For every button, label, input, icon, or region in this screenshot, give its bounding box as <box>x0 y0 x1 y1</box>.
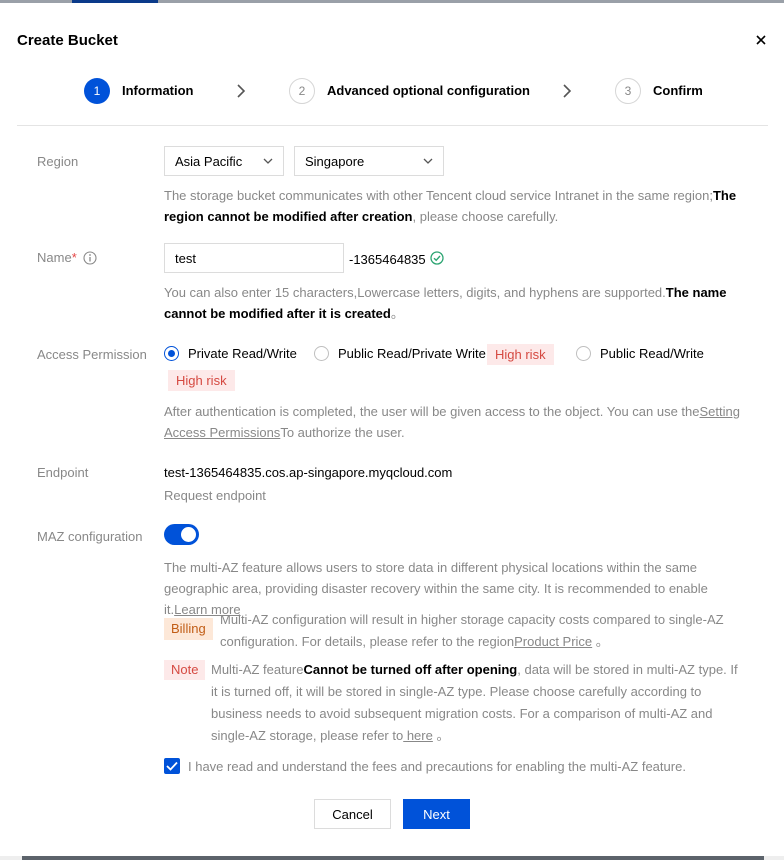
next-button[interactable]: Next <box>403 799 470 829</box>
name-suffix: -1365464835 <box>349 252 426 267</box>
note-tag: Note <box>164 660 206 680</box>
region-area-value: Asia Pacific <box>175 153 243 169</box>
radio-label: Public Read/Write <box>600 346 704 361</box>
name-label-row: Name* <box>37 250 97 265</box>
name-label: Name <box>37 250 72 265</box>
billing-text-tail: 。 <box>592 634 609 649</box>
product-price-link[interactable]: Product Price <box>514 634 592 649</box>
note-warning: Cannot be turned off after opening <box>303 662 518 677</box>
cancel-button[interactable]: Cancel <box>314 799 391 829</box>
high-risk-tag: High risk <box>168 370 235 391</box>
step-1-label: Information <box>122 83 194 98</box>
bottom-bar-right <box>764 856 784 860</box>
chevron-right-icon <box>237 84 246 98</box>
region-city-select[interactable]: Singapore <box>294 146 444 176</box>
top-bar-accent <box>72 0 158 3</box>
chevron-down-icon <box>423 158 433 164</box>
maz-label: MAZ configuration <box>37 529 143 544</box>
top-bar <box>0 0 784 3</box>
info-icon[interactable] <box>83 251 97 265</box>
checkmark-icon <box>166 761 178 771</box>
region-help: The storage bucket communicates with oth… <box>164 185 754 227</box>
here-link[interactable]: here <box>403 728 433 743</box>
endpoint-value: test-1365464835.cos.ap-singapore.myqclou… <box>164 465 453 480</box>
note-text-head: Multi-AZ feature <box>211 662 304 677</box>
endpoint-label: Endpoint <box>37 465 89 480</box>
close-icon[interactable] <box>753 32 769 48</box>
acknowledge-checkbox[interactable] <box>164 758 180 774</box>
name-help-tail: 。 <box>390 306 404 321</box>
chevron-right-icon <box>563 84 572 98</box>
radio-dot <box>164 346 179 361</box>
high-risk-tag: High risk <box>487 344 554 365</box>
region-city-value: Singapore <box>305 153 365 169</box>
access-permission-label: Access Permission <box>37 347 147 362</box>
radio-private-read-write[interactable]: Private Read/Write <box>164 346 297 361</box>
radio-dot <box>576 346 591 361</box>
billing-text-body: Multi-AZ configuration will result in hi… <box>220 612 724 649</box>
access-help-tail: To authorize the user. <box>280 425 405 440</box>
required-mark: * <box>71 250 77 265</box>
name-help: You can also enter 15 characters,Lowerca… <box>164 282 754 324</box>
acknowledge-label[interactable]: I have read and understand the fees and … <box>188 759 686 774</box>
maz-toggle[interactable] <box>164 524 199 545</box>
step-3-label: Confirm <box>653 83 703 98</box>
bottom-bar <box>0 856 784 860</box>
region-area-select[interactable]: Asia Pacific <box>164 146 284 176</box>
check-circle-icon <box>430 251 444 265</box>
chevron-down-icon <box>263 158 273 164</box>
step-3-number: 3 <box>615 78 641 104</box>
billing-text: Multi-AZ configuration will result in hi… <box>220 609 740 653</box>
stepper: 1 Information 2 Advanced optional config… <box>0 77 784 105</box>
step-1-number: 1 <box>84 78 110 104</box>
note-text: Multi-AZ featureCannot be turned off aft… <box>211 659 747 747</box>
dialog-title: Create Bucket <box>17 32 118 49</box>
bottom-bar-left <box>0 856 22 860</box>
header-divider <box>17 125 768 126</box>
radio-public-read-write[interactable]: Public Read/Write <box>576 346 704 361</box>
radio-dot <box>314 346 329 361</box>
access-help: After authentication is completed, the u… <box>164 401 754 443</box>
step-2-label: Advanced optional configuration <box>327 83 530 98</box>
endpoint-sub: Request endpoint <box>164 488 266 503</box>
step-2-number: 2 <box>289 78 315 104</box>
bucket-name-input[interactable] <box>164 243 344 273</box>
region-help-text: The storage bucket communicates with oth… <box>164 188 713 203</box>
name-help-text: You can also enter 15 characters,Lowerca… <box>164 285 666 300</box>
radio-label: Private Read/Write <box>188 346 297 361</box>
note-text-tail: 。 <box>432 728 450 743</box>
access-help-text: After authentication is completed, the u… <box>164 404 700 419</box>
billing-tag: Billing <box>164 618 213 640</box>
radio-public-read-private-write[interactable]: Public Read/Private Write <box>314 346 486 361</box>
region-help-tail: , please choose carefully. <box>412 209 559 224</box>
radio-label: Public Read/Private Write <box>338 346 486 361</box>
region-label: Region <box>37 154 79 169</box>
